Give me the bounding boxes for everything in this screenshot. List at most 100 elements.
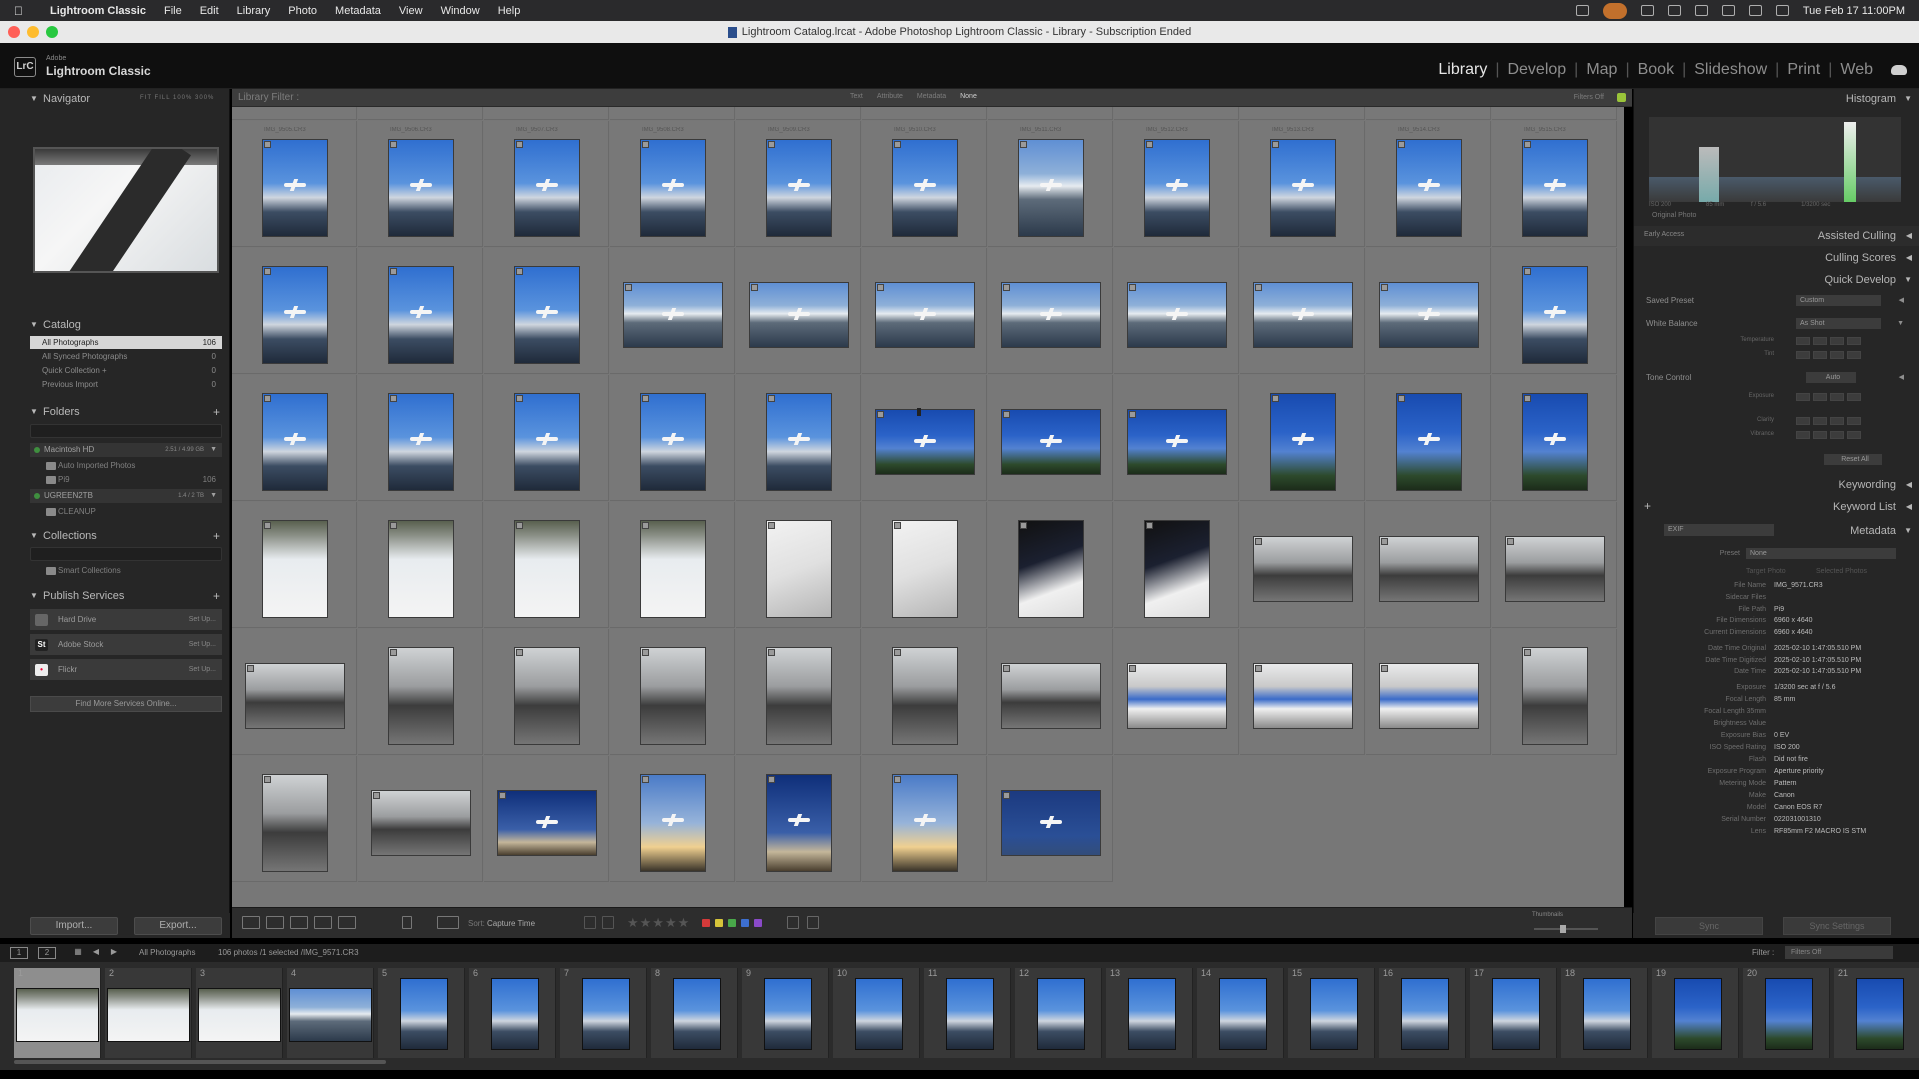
filter-tab-attribute[interactable]: Attribute	[877, 93, 903, 100]
photo-thumbnail[interactable]	[1395, 393, 1462, 491]
filmstrip-thumbnail[interactable]	[1219, 978, 1267, 1050]
grid-cell[interactable]	[484, 629, 609, 755]
photo-thumbnail[interactable]	[1378, 536, 1479, 602]
grid-cell[interactable]	[484, 107, 609, 120]
adjust-step-button[interactable]	[1813, 337, 1827, 345]
grid-cell[interactable]: IMG_9510.CR3	[862, 121, 987, 247]
spotlight-icon[interactable]	[1775, 5, 1789, 16]
menu-help[interactable]: Help	[498, 5, 521, 17]
filmstrip-cell[interactable]: 9	[742, 968, 829, 1058]
badge-icon[interactable]	[515, 268, 523, 275]
grid-cell[interactable]	[358, 629, 483, 755]
module-web[interactable]: Web	[1832, 61, 1881, 79]
quick-develop-header[interactable]: Quick Develop ▼	[1634, 270, 1919, 290]
badge-icon[interactable]	[1128, 284, 1136, 291]
adjust-step-button[interactable]	[1813, 393, 1827, 401]
badge-icon[interactable]	[1128, 665, 1136, 672]
badge-icon[interactable]	[498, 792, 506, 799]
grid-cell[interactable]: IMG_9508.CR3	[610, 121, 735, 247]
photo-thumbnail[interactable]	[1252, 663, 1353, 729]
adjust-step-button[interactable]	[1830, 393, 1844, 401]
adjust-step-button[interactable]	[1830, 351, 1844, 359]
badge-icon[interactable]	[1254, 284, 1262, 291]
grid-cell[interactable]	[610, 629, 735, 755]
grid-cell[interactable]	[358, 502, 483, 628]
photo-thumbnail[interactable]	[387, 393, 454, 491]
module-map[interactable]: Map	[1578, 61, 1625, 79]
photo-grid[interactable]: IMG_9505.CR3 IMG_9506.CR3 IMG_9507.CR3 IMG_…	[232, 107, 1624, 907]
photo-thumbnail[interactable]	[1521, 393, 1588, 491]
culling-scores-header[interactable]: Culling Scores ◀	[1634, 248, 1919, 268]
painter-icon[interactable]	[402, 916, 412, 929]
grid-cell[interactable]	[862, 248, 987, 374]
filmstrip-source[interactable]: All Photographs	[139, 948, 195, 957]
menu-window[interactable]: Window	[441, 5, 480, 17]
grid-cell[interactable]: IMG_9514.CR3	[1366, 121, 1491, 247]
grid-cell[interactable]	[1492, 502, 1617, 628]
photo-thumbnail[interactable]	[874, 409, 975, 475]
photo-thumbnail[interactable]	[1269, 393, 1336, 491]
badge-icon[interactable]	[515, 649, 523, 656]
photo-thumbnail[interactable]	[765, 139, 832, 237]
menubar-clock[interactable]: Tue Feb 17 11:00PM	[1803, 5, 1905, 17]
badge-icon[interactable]	[389, 395, 397, 402]
grid-cell[interactable]	[484, 756, 609, 882]
people-view-icon[interactable]	[338, 916, 356, 929]
grid-view-icon[interactable]	[242, 916, 260, 929]
module-develop[interactable]: Develop	[1499, 61, 1574, 79]
back-arrow-icon[interactable]: ◀	[90, 947, 102, 959]
adjust-step-button[interactable]	[1847, 337, 1861, 345]
badge-icon[interactable]	[876, 284, 884, 291]
grid-cell[interactable]	[988, 756, 1113, 882]
find-more-services-button[interactable]: Find More Services Online...	[30, 696, 222, 712]
badge-icon[interactable]	[1397, 395, 1405, 402]
metadata-set-dropdown[interactable]: EXIF	[1664, 524, 1774, 536]
photo-thumbnail[interactable]	[513, 520, 580, 618]
badge-icon[interactable]	[750, 284, 758, 291]
import-button[interactable]: Import...	[30, 917, 118, 935]
adjust-step-button[interactable]	[1830, 431, 1844, 439]
grid-cell[interactable]	[232, 107, 357, 120]
badge-icon[interactable]	[1002, 665, 1010, 672]
folders-header[interactable]: ▼ Folders +	[0, 402, 230, 422]
photo-thumbnail[interactable]	[1252, 282, 1353, 348]
adjust-step-button[interactable]	[1847, 431, 1861, 439]
badge-icon[interactable]	[767, 649, 775, 656]
module-slideshow[interactable]: Slideshow	[1686, 61, 1775, 79]
badge-icon[interactable]	[515, 141, 523, 148]
menu-photo[interactable]: Photo	[288, 5, 317, 17]
badge-icon[interactable]	[515, 522, 523, 529]
photo-thumbnail[interactable]	[891, 647, 958, 745]
badge-icon[interactable]	[1271, 141, 1279, 148]
photo-thumbnail[interactable]	[639, 393, 706, 491]
filmstrip-cell[interactable]: 4	[287, 968, 374, 1058]
filmstrip-cell[interactable]: 20	[1743, 968, 1830, 1058]
filter-tab-text[interactable]: Text	[850, 93, 863, 100]
catalog-item-previous-import[interactable]: Previous Import 0	[30, 378, 222, 391]
grid-cell[interactable]	[988, 107, 1113, 120]
label-green-icon[interactable]	[728, 919, 736, 927]
filmstrip-cell[interactable]: 15	[1288, 968, 1375, 1058]
badge-icon[interactable]	[1019, 522, 1027, 529]
histogram-graph[interactable]	[1649, 117, 1901, 202]
grid-cell[interactable]	[232, 629, 357, 755]
badge-icon[interactable]	[767, 395, 775, 402]
badge-icon[interactable]	[767, 776, 775, 783]
badge-icon[interactable]	[263, 395, 271, 402]
smart-collections[interactable]: Smart Collections	[30, 564, 222, 578]
metadata-preset-dropdown[interactable]: None	[1746, 548, 1896, 559]
filmstrip-cell[interactable]: 13	[1106, 968, 1193, 1058]
photo-thumbnail[interactable]	[244, 663, 345, 729]
adjust-step-button[interactable]	[1847, 351, 1861, 359]
grid-cell[interactable]	[1240, 629, 1365, 755]
grid-cell[interactable]	[988, 248, 1113, 374]
badge-icon[interactable]	[1523, 268, 1531, 275]
grid-cell[interactable]: IMG_9506.CR3	[358, 121, 483, 247]
adjust-step-button[interactable]	[1813, 431, 1827, 439]
filmstrip[interactable]: 1 2 3 4 5 6 7 8 9 10 11 12 13 14 15 16 17 18 19 20 21	[0, 962, 1919, 1070]
photo-thumbnail[interactable]	[513, 139, 580, 237]
rotate-right-icon[interactable]	[807, 916, 819, 929]
histogram-header[interactable]: Histogram ▼	[1634, 89, 1919, 109]
main-window-icon[interactable]: 1	[10, 947, 28, 959]
filter-tab-none[interactable]: None	[960, 93, 977, 100]
